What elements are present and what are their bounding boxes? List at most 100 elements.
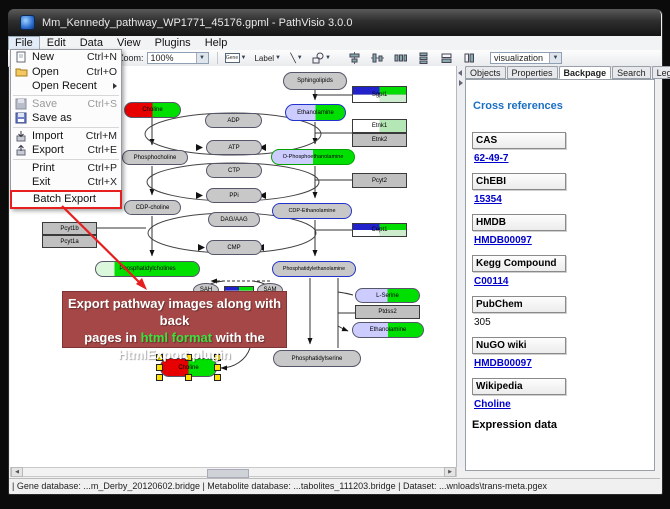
xref-section-hmdb: HMDB HMDB00097	[472, 214, 648, 246]
selection-handle[interactable]	[185, 374, 192, 381]
xref-name: PubChem	[472, 296, 566, 313]
scrollbar-thumb[interactable]	[207, 469, 249, 478]
node-cmp[interactable]: CMP	[206, 240, 262, 255]
node-cdp-choline[interactable]: CDP-choline	[124, 200, 181, 215]
tab-backpage[interactable]: Backpage	[559, 66, 612, 79]
datanode-tool-button[interactable]: Gene ▼	[224, 50, 248, 66]
gene-node-etnk2[interactable]: Etnk2	[352, 133, 407, 147]
chevron-down-icon[interactable]: ▼	[196, 53, 208, 63]
node-phosphatidylserine[interactable]: Phosphatidylserine	[273, 350, 361, 367]
title-bar[interactable]: Mm_Kennedy_pathway_WP1771_45176.gpml - P…	[8, 9, 661, 36]
gene-node-pcyt1a[interactable]: Pcyt1a	[42, 235, 97, 248]
tab-objects[interactable]: Objects	[465, 66, 506, 79]
xref-section-kegg: Kegg Compound C00114	[472, 255, 648, 287]
tutorial-callout: Export pathway images along with back pa…	[62, 291, 287, 348]
tab-legend[interactable]: Legend	[652, 66, 670, 79]
node-choline-top[interactable]: Choline	[124, 102, 181, 118]
menu-plugins[interactable]: Plugins	[148, 37, 198, 50]
menu-help[interactable]: Help	[198, 37, 235, 50]
gene-node-pcyt2[interactable]: Pcyt2	[352, 173, 407, 188]
distribute-horizontal-button[interactable]	[392, 50, 409, 66]
gene-node-ptdss2[interactable]: Ptdss2	[355, 305, 420, 319]
node-dag-aag[interactable]: DAG/AAG	[208, 212, 260, 227]
label-tool-button[interactable]: Label ▼	[253, 50, 282, 66]
scroll-left-icon[interactable]: ◀	[11, 467, 23, 477]
chevron-down-icon[interactable]: ▼	[297, 55, 303, 61]
node-atp[interactable]: ATP	[206, 140, 262, 155]
xref-section-chebi: ChEBI 15354	[472, 173, 648, 205]
selection-handle[interactable]	[214, 364, 221, 371]
menu-edit[interactable]: Edit	[40, 37, 73, 50]
scroll-right-icon[interactable]: ▶	[444, 467, 456, 477]
gene-node-pcyt1b[interactable]: Pcyt1b	[42, 222, 97, 235]
panel-splitter[interactable]	[457, 66, 465, 467]
gene-node-cept1[interactable]: Cept1	[352, 223, 407, 237]
xref-link[interactable]: Choline	[474, 399, 511, 410]
node-phosphocholine[interactable]: Phosphocholine	[122, 150, 188, 165]
collapse-left-icon[interactable]	[458, 70, 462, 76]
label-tool-text: Label	[254, 54, 274, 63]
node-ppi[interactable]: PPi	[206, 188, 262, 203]
open-folder-icon	[14, 66, 28, 78]
align-center-y-icon	[371, 52, 384, 64]
node-ethanolamine-bottom[interactable]: Ethanolamine	[352, 322, 424, 338]
node-phosphatidylethanolamine[interactable]: Phosphatidylethanolamine	[272, 261, 356, 277]
node-ctp[interactable]: CTP	[206, 163, 262, 178]
callout-line2: pages in html format with the	[63, 329, 286, 346]
gene-node-etnk1[interactable]: Etnk1	[352, 119, 407, 133]
xref-link[interactable]: C00114	[474, 276, 508, 287]
chevron-down-icon[interactable]: ▼	[241, 55, 247, 61]
xref-link[interactable]: 15354	[474, 194, 502, 205]
chevron-down-icon[interactable]: ▼	[325, 55, 331, 61]
backpage-panel: Cross references CAS 62-49-7 ChEBI 15354…	[465, 79, 655, 471]
align-center-y-button[interactable]	[369, 50, 386, 66]
node-phosphatidylcholines[interactable]: Phosphatidylcholines	[95, 261, 200, 277]
callout-highlight: html format	[141, 330, 213, 345]
node-cdp-ethanolamine[interactable]: CDP-Ethanolamine	[272, 203, 352, 219]
gene-node-sgpl1[interactable]: Sgpl1	[352, 86, 407, 103]
menu-item-open-recent[interactable]: Open Recent	[11, 79, 121, 94]
xref-link[interactable]: 62-49-7	[474, 153, 508, 164]
node-adp[interactable]: ADP	[205, 113, 262, 128]
selection-handle[interactable]	[156, 364, 163, 371]
menu-item-import[interactable]: Import Ctrl+M	[11, 129, 121, 144]
match-width-button[interactable]	[438, 50, 455, 66]
import-icon	[14, 130, 28, 142]
distribute-vertical-button[interactable]	[415, 50, 432, 66]
node-ethanolamine-top[interactable]: Ethanolamine	[285, 104, 346, 121]
menu-item-save-as[interactable]: Save as	[11, 111, 121, 126]
node-sphingolipids[interactable]: Sphingolipids	[283, 72, 347, 90]
collapse-right-icon[interactable]	[459, 80, 463, 86]
chevron-down-icon[interactable]: ▼	[549, 53, 561, 63]
node-l-serine[interactable]: L-Serine	[355, 288, 420, 303]
menu-item-export[interactable]: Export Ctrl+E	[11, 143, 121, 158]
selection-handle[interactable]	[156, 374, 163, 381]
menu-view[interactable]: View	[110, 37, 148, 50]
tab-search[interactable]: Search	[612, 66, 651, 79]
node-o-phosphoethanolamine[interactable]: O-Phosphoethanolamine	[271, 149, 355, 165]
match-height-button[interactable]	[461, 50, 478, 66]
screenshot-root: { "window": { "title": "Mm_Kennedy_pathw…	[0, 0, 670, 509]
menu-item-batch-export[interactable]: Batch Export	[12, 192, 120, 207]
menu-item-open[interactable]: Open Ctrl+O	[11, 65, 121, 80]
align-center-x-button[interactable]	[346, 50, 363, 66]
xref-name: NuGO wiki	[472, 337, 566, 354]
shape-tool-button[interactable]: ▼	[311, 50, 332, 66]
visualization-combobox[interactable]: visualization ▼	[490, 52, 562, 64]
xref-link[interactable]: HMDB00097	[474, 358, 532, 369]
side-panel: Objects Properties Backpage Search Legen…	[465, 66, 657, 473]
xref-link[interactable]: HMDB00097	[474, 235, 532, 246]
tab-properties[interactable]: Properties	[507, 66, 558, 79]
selection-handle[interactable]	[214, 374, 221, 381]
shapes-icon	[312, 52, 324, 64]
menu-item-new[interactable]: New Ctrl+N	[11, 50, 121, 65]
zoom-combobox[interactable]: 100% ▼	[147, 52, 209, 64]
menu-item-print[interactable]: Print Ctrl+P	[11, 161, 121, 176]
line-tool-button[interactable]: ╲ ▼	[288, 50, 305, 66]
menu-item-exit[interactable]: Exit Ctrl+X	[11, 175, 121, 190]
side-panel-tabs: Objects Properties Backpage Search Legen…	[465, 66, 670, 79]
chevron-down-icon[interactable]: ▼	[275, 55, 281, 61]
menu-item-save[interactable]: Save Ctrl+S	[11, 97, 121, 112]
canvas-hscrollbar[interactable]: ◀ ▶	[10, 467, 457, 477]
menu-data[interactable]: Data	[73, 37, 110, 50]
